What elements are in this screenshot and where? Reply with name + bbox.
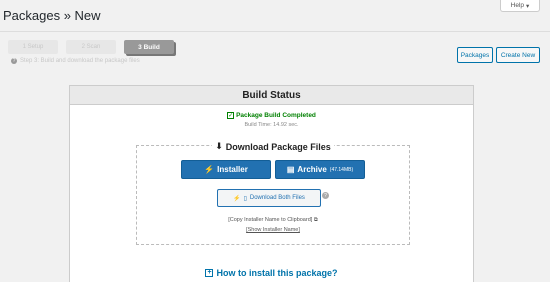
download-both-label: Download Both Files xyxy=(249,195,305,201)
bolt-icon: ⚡ xyxy=(233,195,241,202)
create-new-button[interactable]: Create New xyxy=(496,47,540,63)
build-time: Build Time: 14.92 sec. xyxy=(244,122,299,128)
show-installer-name-link[interactable]: [Show Installer Name] xyxy=(137,227,409,233)
copy-icon: ⧉ xyxy=(313,217,318,223)
step-note-text: Step 3: Build and download the package f… xyxy=(20,58,140,64)
step-scan[interactable]: 2 Scan xyxy=(66,40,116,54)
build-status: ✓ Package Build Completed xyxy=(70,112,473,119)
step-build: 3 Build xyxy=(124,40,174,54)
howto-label: How to install this package? xyxy=(216,268,338,278)
installer-button[interactable]: ⚡ Installer xyxy=(181,160,271,179)
bolt-icon: ⚡ xyxy=(204,165,215,174)
archive-button[interactable]: ▤ Archive (47.14MB) xyxy=(275,160,365,179)
installer-label: Installer xyxy=(217,165,248,174)
how-to-install-link[interactable]: + How to install this package? xyxy=(70,268,473,278)
archive-size: (47.14MB) xyxy=(329,166,354,173)
help-tab-label: Help xyxy=(510,2,525,9)
help-tab[interactable]: Help ▾ xyxy=(500,0,540,12)
panel-title: Build Status xyxy=(70,86,473,105)
build-status-panel: Build Status ✓ Package Build Completed B… xyxy=(69,85,474,282)
copy-link-text: [Copy Installer Name to Clipboard] xyxy=(228,217,313,223)
status-text: Package Build Completed xyxy=(236,112,316,119)
download-icon: ⬇ xyxy=(215,141,223,151)
file-archive-icon: ▤ xyxy=(286,165,295,174)
download-box: ⬇ Download Package Files ⚡ Installer ▤ A… xyxy=(136,141,410,245)
archive-label: Archive xyxy=(297,165,327,174)
question-icon: ? xyxy=(11,58,17,64)
file-icon: ▯ xyxy=(243,195,247,202)
download-title: ⬇ Download Package Files xyxy=(137,141,409,152)
checkbox-checked-icon: ✓ xyxy=(227,112,235,119)
download-both-button[interactable]: ⚡ ▯ Download Both Files xyxy=(217,189,321,207)
page-title: Packages » New xyxy=(3,8,101,23)
plus-square-icon: + xyxy=(205,269,214,277)
packages-button[interactable]: Packages xyxy=(457,47,493,63)
caret-down-icon: ▾ xyxy=(526,2,530,10)
copy-installer-name-link[interactable]: [Copy Installer Name to Clipboard] ⧉ xyxy=(137,217,409,224)
step-setup[interactable]: 1 Setup xyxy=(8,40,58,54)
help-icon[interactable]: ? xyxy=(322,192,329,199)
header-divider xyxy=(0,31,550,32)
wizard-steps: 1 Setup 2 Scan 3 Build xyxy=(8,40,174,54)
step-note: ? Step 3: Build and download the package… xyxy=(11,58,140,64)
download-title-text: Download Package Files xyxy=(225,141,331,152)
